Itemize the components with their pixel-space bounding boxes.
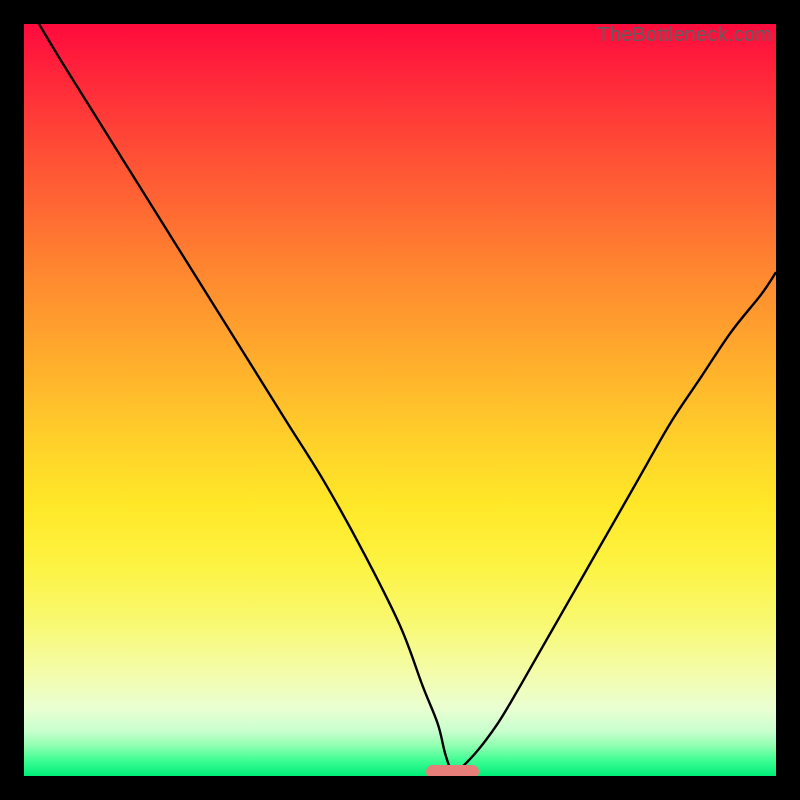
curve-layer xyxy=(24,24,776,776)
minimum-marker xyxy=(426,765,479,776)
watermark-text: TheBottleneck.com xyxy=(597,24,772,47)
left-curve xyxy=(39,24,453,776)
plot-area: TheBottleneck.com xyxy=(24,24,776,776)
chart-frame: TheBottleneck.com xyxy=(0,0,800,800)
right-curve xyxy=(453,272,776,776)
